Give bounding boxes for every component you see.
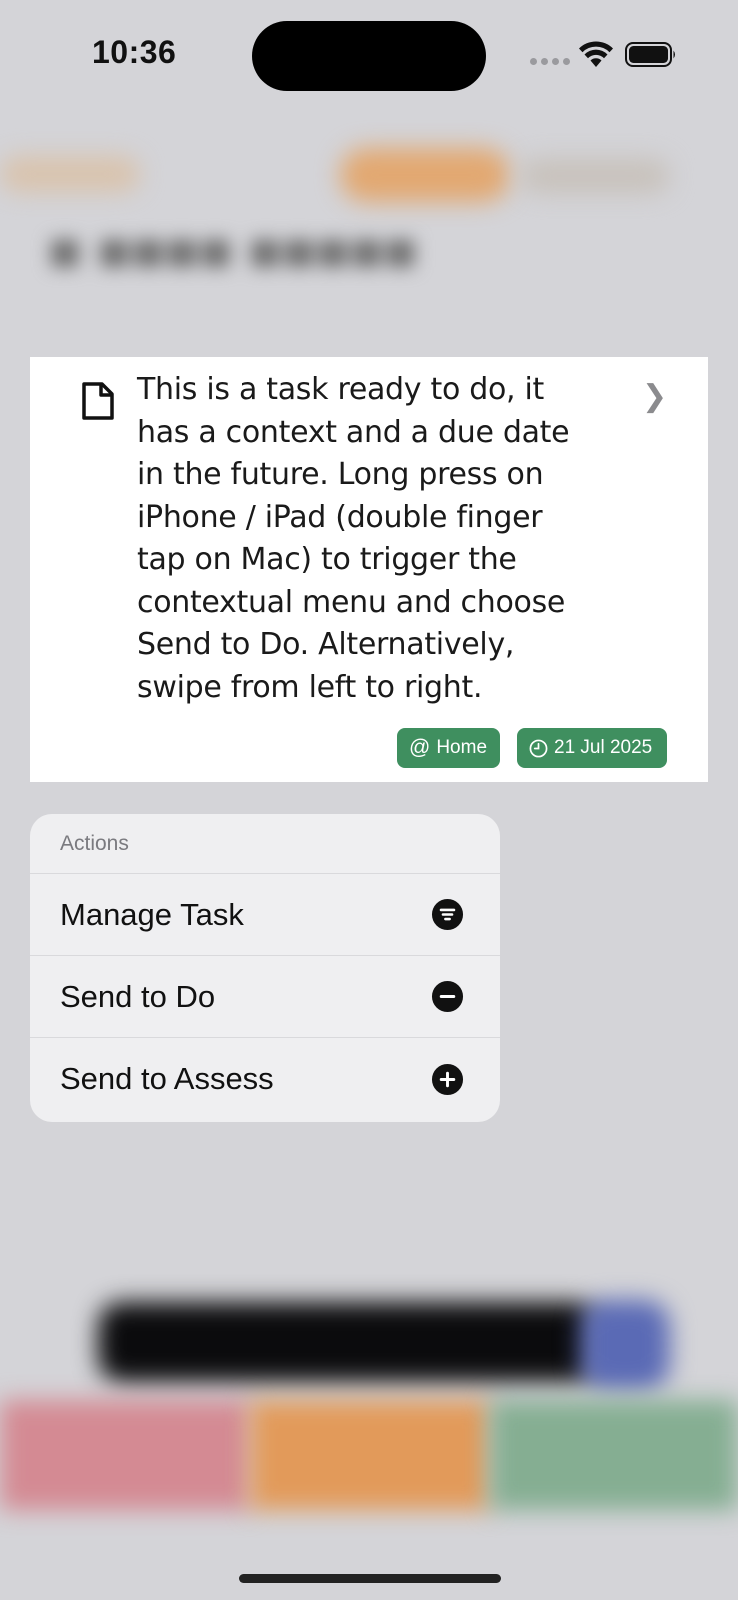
plus-circle-icon	[431, 1063, 464, 1095]
document-icon	[82, 382, 114, 420]
battery-icon	[625, 42, 675, 67]
task-card[interactable]: This is a task ready to do, it has a con…	[30, 357, 708, 782]
background-title: ■ ■■■■ ■■■■■	[48, 219, 418, 282]
dynamic-island	[252, 21, 486, 91]
status-time: 10:36	[92, 34, 177, 70]
home-indicator[interactable]	[239, 1574, 501, 1583]
due-date-label: 21 Jul 2025	[554, 737, 653, 758]
background-column	[0, 1400, 250, 1510]
list-circle-icon	[431, 898, 464, 931]
at-icon: @	[409, 736, 431, 759]
cellular-signal-icon	[530, 58, 570, 65]
context-menu: Actions Manage Task Send to Do Send to A…	[30, 814, 500, 1122]
background-column	[250, 1400, 490, 1510]
context-label: Home	[436, 737, 488, 758]
menu-item-label: Manage Task	[60, 896, 244, 932]
menu-item-label: Send to Do	[60, 978, 216, 1014]
background-toolbar-button	[580, 1300, 670, 1390]
background-column	[490, 1400, 738, 1510]
task-description: This is a task ready to do, it has a con…	[137, 372, 570, 705]
chevron-right-icon[interactable]: ❯	[642, 379, 667, 414]
blurred-background: ■ ■■■■ ■■■■■	[0, 0, 738, 1600]
clock-icon	[529, 739, 548, 757]
minus-circle-icon	[431, 980, 464, 1013]
background-toolbar	[98, 1302, 598, 1382]
menu-item-manage-task[interactable]: Manage Task	[30, 874, 500, 956]
menu-item-label: Send to Assess	[60, 1061, 274, 1096]
background-tab-active	[340, 148, 510, 202]
menu-header: Actions	[30, 814, 500, 874]
background-tab	[520, 158, 670, 194]
context-chip: @ Home	[397, 728, 500, 768]
menu-item-send-to-do[interactable]: Send to Do	[30, 956, 500, 1038]
wifi-icon	[579, 41, 613, 67]
menu-item-send-to-assess[interactable]: Send to Assess	[30, 1038, 500, 1120]
due-date-chip: 21 Jul 2025	[517, 728, 667, 768]
background-tab	[0, 156, 140, 192]
